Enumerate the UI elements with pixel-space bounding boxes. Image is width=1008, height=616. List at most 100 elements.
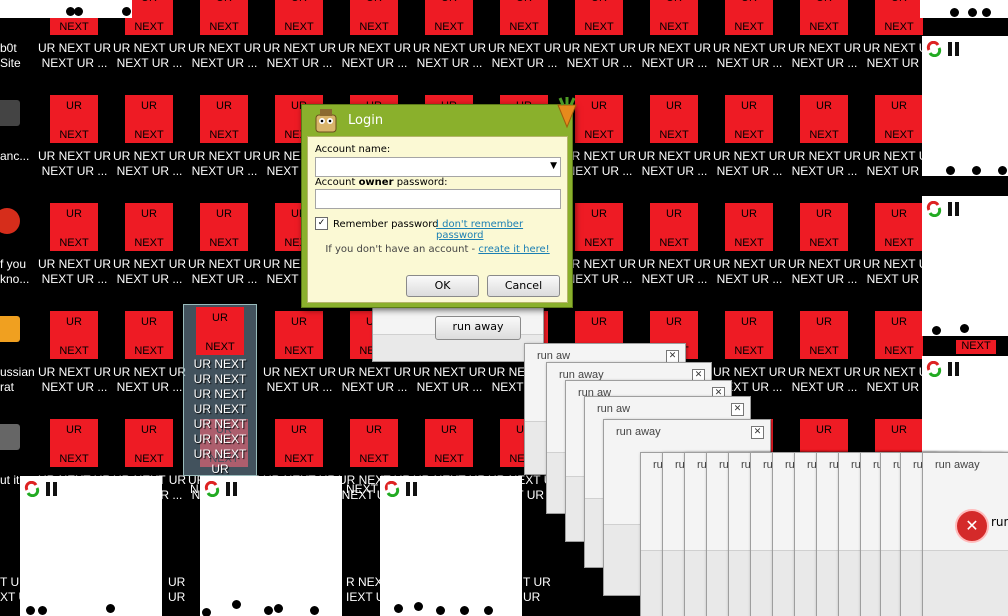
icon-label-line: NEXT UR ... bbox=[116, 272, 183, 286]
ok-button[interactable]: OK bbox=[406, 275, 479, 297]
icon-image-text-ur: UR bbox=[800, 0, 848, 4]
player-window[interactable] bbox=[922, 36, 1008, 176]
player-window[interactable] bbox=[200, 476, 342, 616]
desktop-icon[interactable]: UR NEXT UR NEXT URNEXT UR ... bbox=[112, 311, 187, 432]
desktop-icon[interactable]: UR NEXT UR NEXT URNEXT UR ... bbox=[637, 0, 712, 108]
desktop-icon-image: UR NEXT bbox=[50, 311, 98, 359]
edge-desktop-icon[interactable]: ussian rat bbox=[0, 316, 35, 432]
desktop-icon[interactable]: UR NEXT UR NEXT URNEXT UR ... bbox=[712, 203, 787, 324]
desktop-icon[interactable]: UR NEXT UR NEXT URNEXT UR ... bbox=[787, 203, 862, 324]
close-icon[interactable]: ✕ bbox=[731, 403, 744, 416]
cancel-button[interactable]: Cancel bbox=[487, 275, 560, 297]
partial-icon-label: R NEX bbox=[346, 575, 383, 589]
pause-icon[interactable] bbox=[226, 482, 238, 496]
desktop-icon[interactable]: UR NEXT UR NEXT URNEXT UR ... bbox=[712, 95, 787, 216]
icon-label-line: NEXT UR ... bbox=[716, 272, 783, 286]
desktop-icon[interactable]: UR NEXT UR NEXT URNEXT UR ... bbox=[37, 95, 112, 216]
desktop-icon[interactable]: UR NEXT UR NEXT URNEXT UR ... bbox=[487, 0, 562, 108]
desktop-icon[interactable]: UR NEXT UR NEXT URNEXT UR ... bbox=[112, 95, 187, 216]
player-window[interactable] bbox=[922, 196, 1008, 336]
forgot-password-link[interactable]: I don't remember password bbox=[436, 219, 567, 241]
desktop-icon-image: UR NEXT bbox=[125, 0, 173, 35]
icon-image-text-next: NEXT bbox=[59, 345, 89, 357]
login-body: Account name: ▼ Account owner password: … bbox=[307, 136, 568, 303]
remember-checkbox[interactable]: ✓ bbox=[315, 217, 328, 230]
icon-label-line: UR NEXT UR bbox=[787, 257, 862, 271]
desktop-icon-label: UR NEXT URNEXT UR ... bbox=[262, 365, 337, 395]
desktop-icon[interactable]: UR NEXT UR NEXT URNEXT UR ... bbox=[637, 203, 712, 324]
desktop-icon-label: UR NEXT URNEXT UR ... bbox=[187, 41, 262, 71]
pause-icon[interactable] bbox=[948, 202, 960, 216]
icon-image-text-next: NEXT bbox=[809, 345, 839, 357]
desktop-icon[interactable]: UR NEXT UR NEXT URNEXT UR ... bbox=[37, 311, 112, 432]
icon-label-line: UR NEXT UR bbox=[412, 365, 487, 379]
recycle-logo-icon[interactable] bbox=[926, 201, 942, 217]
icon-label-line: NEXT UR ... bbox=[116, 56, 183, 70]
account-name-label: Account name: bbox=[315, 144, 391, 155]
desktop-icon-image: UR NEXT bbox=[650, 95, 698, 143]
desktop-icon[interactable]: UR NEXT UR NEXT URNEXT UR ... bbox=[262, 0, 337, 108]
icon-image-text-ur: UR bbox=[891, 316, 907, 328]
recycle-logo-icon[interactable] bbox=[926, 41, 942, 57]
pause-icon[interactable] bbox=[406, 482, 418, 496]
desktop-icon[interactable]: UR NEXT UR NEXT URNEXT UR ... bbox=[712, 0, 787, 108]
icon-image-text-next: NEXT bbox=[284, 345, 314, 357]
icon-label-line: UR NEXT UR bbox=[112, 257, 187, 271]
desktop-icon[interactable]: UR NEXT UR NEXT URNEXT UR ... bbox=[187, 0, 262, 108]
icon-label-line: UR NEXT UR bbox=[787, 149, 862, 163]
desktop-icon[interactable]: UR NEXT UR NEXT URNEXT UR ... bbox=[637, 95, 712, 216]
desktop-icon-label: UR NEXT URNEXT UR ... bbox=[262, 41, 337, 71]
login-titlebar[interactable]: Login bbox=[302, 97, 577, 135]
desktop-icon[interactable]: UR NEXT UR NEXT URNEXT UR ... bbox=[562, 0, 637, 108]
pause-icon[interactable] bbox=[948, 42, 960, 56]
icon-image-text-ur: UR bbox=[141, 100, 157, 112]
carrot-icon[interactable] bbox=[554, 97, 580, 129]
desktop-icon-image: UR NEXT bbox=[725, 0, 773, 35]
top-window-strip[interactable] bbox=[0, 0, 132, 18]
desktop-icon-label: UR NEXT URNEXT UR ... bbox=[337, 365, 412, 395]
account-name-field[interactable]: ▼ bbox=[315, 157, 561, 177]
icon-image-text-ur: UR bbox=[275, 0, 323, 4]
desktop-icon[interactable]: UR NEXT UR NEXT URNEXT UR ... bbox=[112, 203, 187, 324]
icon-image-text-next: NEXT bbox=[59, 237, 89, 249]
top-window-strip[interactable] bbox=[920, 0, 1008, 18]
run-away-button[interactable]: run away bbox=[435, 316, 521, 340]
desktop-icon[interactable]: UR NEXT UR NEXT URNEXT UR ... bbox=[787, 95, 862, 216]
desktop-icon[interactable]: UR NEXT UR NEXT URNEXT UR ... bbox=[412, 0, 487, 108]
create-account-link[interactable]: create it here! bbox=[478, 244, 549, 255]
desktop-icon-image: UR NEXT bbox=[725, 95, 773, 143]
recycle-logo-icon[interactable] bbox=[204, 481, 220, 497]
desktop-icon-label: UR NEXT URNEXT UR ... bbox=[637, 149, 712, 179]
icon-image-text-next: NEXT bbox=[59, 21, 89, 33]
edge-desktop-icon[interactable]: anc... bbox=[0, 100, 30, 216]
player-window[interactable] bbox=[380, 476, 522, 616]
edge-icon-glyph bbox=[0, 424, 20, 450]
edge-desktop-icon[interactable]: f you kno... bbox=[0, 208, 30, 324]
desktop-icon[interactable]: UR NEXT UR NEXT URNEXT UR ... bbox=[337, 0, 412, 108]
player-window[interactable] bbox=[922, 356, 1008, 466]
icon-image-text-next: NEXT bbox=[659, 237, 689, 249]
desktop-icon-image: UR NEXT bbox=[275, 311, 323, 359]
close-icon[interactable]: ✕ bbox=[751, 426, 764, 439]
black-dot bbox=[946, 166, 955, 175]
desktop-icon[interactable]: UR NEXT UR NEXT URNEXT UR ... bbox=[187, 95, 262, 216]
desktop-icon[interactable]: UR NEXT UR NEXT URNEXT UR ... bbox=[562, 203, 637, 324]
icon-image-text-ur: UR bbox=[591, 208, 607, 220]
password-field[interactable] bbox=[315, 189, 561, 209]
desktop-icon[interactable]: UR NEXT UR NEXT URNEXT UR ... bbox=[262, 311, 337, 432]
window-footer bbox=[923, 550, 1008, 616]
desktop-icon-selected[interactable]: UR NEXT UR NEXT UR NEXT UR NEXT UR NEXT UR… bbox=[183, 304, 257, 476]
recycle-logo-icon[interactable] bbox=[926, 361, 942, 377]
recycle-logo-icon[interactable] bbox=[24, 481, 40, 497]
chevron-down-icon[interactable]: ▼ bbox=[550, 161, 557, 171]
run-away-title: run away bbox=[935, 459, 980, 471]
desktop-icon[interactable]: UR NEXT UR NEXT URNEXT UR ... bbox=[37, 203, 112, 324]
desktop-icon[interactable]: UR NEXT UR NEXT URNEXT UR ... bbox=[787, 311, 862, 432]
pause-icon[interactable] bbox=[46, 482, 58, 496]
icon-label-line: NEXT UR ... bbox=[716, 164, 783, 178]
player-window[interactable] bbox=[20, 476, 162, 616]
desktop-icon[interactable]: UR NEXT UR NEXT URNEXT UR ... bbox=[787, 0, 862, 108]
pause-icon[interactable] bbox=[948, 362, 960, 376]
desktop-icon-label: UR NEXT URNEXT UR ... bbox=[412, 41, 487, 71]
run-away-window[interactable]: run away ✕ run bbox=[922, 452, 1008, 616]
